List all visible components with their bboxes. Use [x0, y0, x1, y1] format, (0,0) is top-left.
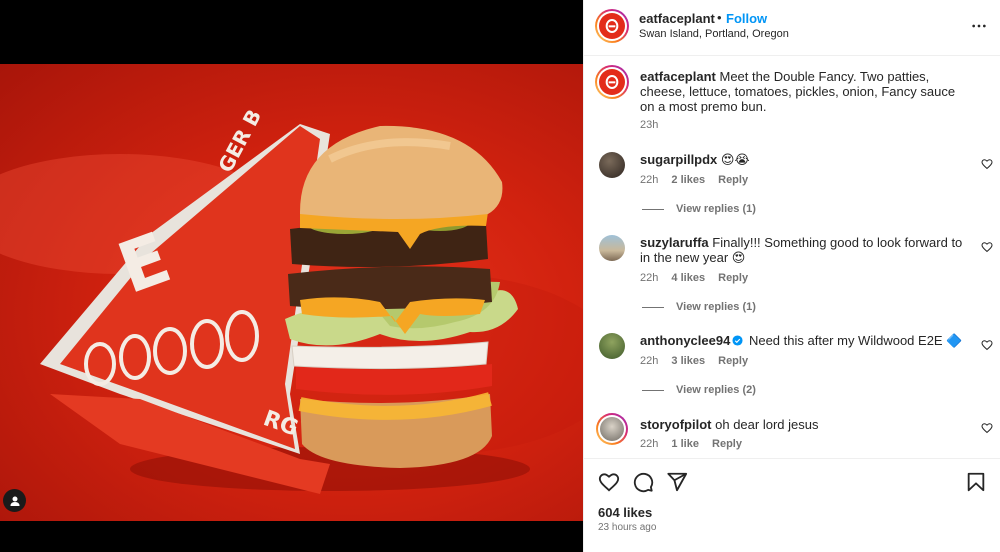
commenter-avatar[interactable]	[596, 413, 628, 445]
comment-time[interactable]: 22h	[640, 438, 658, 450]
user-tag-icon[interactable]	[3, 489, 26, 512]
comment-likes[interactable]: 4 likes	[671, 272, 705, 284]
post-actions: 604 likes 23 hours ago	[584, 458, 1000, 552]
view-replies-label: View replies (1)	[676, 203, 756, 215]
more-horizontal-icon[interactable]	[971, 18, 987, 34]
bookmark-icon[interactable]	[965, 471, 987, 493]
replies-divider	[642, 306, 664, 308]
burger-illustration: GER B E RG	[0, 105, 583, 494]
caption-username[interactable]: eatfaceplant	[640, 69, 716, 84]
comment-heart-icon[interactable]	[981, 339, 993, 351]
commenter-avatar[interactable]	[599, 152, 625, 178]
comment-username[interactable]: suzylaruffa	[640, 235, 709, 250]
verified-badge-icon	[732, 335, 743, 346]
comment-meta: 22h 4 likes Reply	[640, 272, 748, 284]
comment-likes[interactable]: 1 like	[671, 438, 699, 450]
comment-item: anthonyclee94 Need this after my Wildwoo…	[640, 333, 970, 348]
comment-likes[interactable]: 3 likes	[671, 355, 705, 367]
paper-plane-icon[interactable]	[666, 471, 688, 493]
comment-text: oh dear lord jesus	[715, 417, 819, 432]
view-replies-button[interactable]: View replies (1)	[642, 203, 756, 215]
comment-icon[interactable]	[632, 471, 654, 493]
comment-username[interactable]: sugarpillpdx	[640, 152, 717, 167]
avatar-photo	[600, 417, 624, 441]
post-header: eatfaceplant • Follow Swan Island, Portl…	[584, 0, 1000, 56]
post-timestamp[interactable]: 23 hours ago	[598, 522, 656, 533]
view-replies-label: View replies (1)	[676, 301, 756, 313]
comment-heart-icon[interactable]	[981, 422, 993, 434]
comment-meta: 22h 1 like Reply	[640, 438, 742, 450]
faceplant-logo-icon	[599, 69, 625, 95]
caption-time[interactable]: 23h	[640, 119, 658, 131]
comment-text: Need this after my Wildwood E2E 🔷	[748, 333, 963, 348]
likes-count[interactable]: 604 likes	[598, 505, 652, 520]
comment-likes[interactable]: 2 likes	[671, 174, 705, 186]
post-sidebar: eatfaceplant • Follow Swan Island, Portl…	[583, 0, 1000, 552]
replies-divider	[642, 389, 664, 391]
post-media[interactable]: GER B E RG	[0, 0, 583, 552]
comment-text: 😍😭	[720, 152, 750, 167]
comment-username[interactable]: anthonyclee94	[640, 333, 730, 348]
comment-item: suzylaruffa Finally!!! Something good to…	[640, 235, 970, 265]
follow-button[interactable]: Follow	[726, 11, 767, 26]
commenter-avatar[interactable]	[599, 333, 625, 359]
heart-icon[interactable]	[598, 471, 620, 493]
comment-username[interactable]: storyofpilot	[640, 417, 712, 432]
comment-heart-icon[interactable]	[981, 241, 993, 253]
comment-item: storyofpilot oh dear lord jesus	[640, 417, 970, 432]
reply-button[interactable]: Reply	[718, 355, 748, 367]
instagram-post: GER B E RG eatfaceplant • Follow Swan Is…	[0, 0, 1000, 552]
view-replies-button[interactable]: View replies (2)	[642, 384, 756, 396]
comment-time[interactable]: 22h	[640, 355, 658, 367]
reply-button[interactable]: Reply	[718, 272, 748, 284]
separator-dot: •	[717, 10, 722, 25]
comments-list[interactable]: eatfaceplant Meet the Double Fancy. Two …	[584, 57, 1000, 457]
view-replies-button[interactable]: View replies (1)	[642, 301, 756, 313]
comment-meta: 22h 2 likes Reply	[640, 174, 748, 186]
view-replies-label: View replies (2)	[676, 384, 756, 396]
faceplant-logo-icon	[599, 13, 625, 39]
location-link[interactable]: Swan Island, Portland, Oregon	[639, 28, 789, 40]
header-username[interactable]: eatfaceplant	[639, 11, 715, 26]
comment-time[interactable]: 22h	[640, 272, 658, 284]
reply-button[interactable]: Reply	[718, 174, 748, 186]
caption: eatfaceplant Meet the Double Fancy. Two …	[640, 69, 970, 114]
caption-avatar[interactable]	[595, 65, 629, 99]
comment-heart-icon[interactable]	[981, 158, 993, 170]
avatar[interactable]	[595, 9, 629, 43]
commenter-avatar[interactable]	[599, 235, 625, 261]
comment-item: sugarpillpdx 😍😭	[640, 152, 970, 167]
burger-photo[interactable]: GER B E RG	[0, 64, 583, 521]
comment-meta: 22h 3 likes Reply	[640, 355, 748, 367]
reply-button[interactable]: Reply	[712, 438, 742, 450]
comment-time[interactable]: 22h	[640, 174, 658, 186]
replies-divider	[642, 208, 664, 210]
